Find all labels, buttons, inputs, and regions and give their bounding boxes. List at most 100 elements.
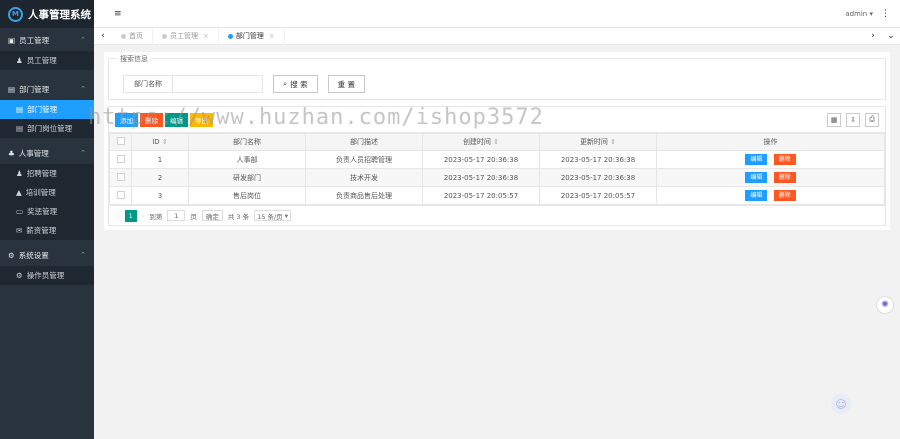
cell-created: 2023-05-17 20:05:57 (422, 186, 540, 205)
sidebar-item-salary[interactable]: ✉ 薪资管理 (0, 221, 94, 240)
select-all-cell[interactable] (109, 133, 132, 151)
brain-icon[interactable]: ✺ (876, 296, 894, 314)
sort-icon[interactable]: ⇕ (162, 138, 168, 146)
tab-scroll-right[interactable]: › (864, 28, 882, 45)
chevron-up-icon: ⌃ (80, 251, 86, 259)
row-checkbox[interactable] (116, 154, 125, 163)
sidebar-item-operator[interactable]: ⚙ 操作员管理 (0, 266, 94, 285)
tab-employee[interactable]: 员工管理 × (153, 27, 219, 45)
monitor-icon: ▭ (16, 207, 24, 216)
toolbar-actions: 添加 删除 编辑 导出 (115, 112, 213, 127)
goto-confirm-button[interactable]: 确定 (201, 210, 223, 221)
row-edit-button[interactable]: 编辑 (745, 190, 768, 201)
sidebar-item-rewards[interactable]: ▭ 奖惩管理 (0, 202, 94, 221)
columns-icon[interactable]: ▦ (827, 112, 841, 127)
users-icon: ♣ (8, 148, 15, 158)
cell-desc: 负责商品售后处理 (305, 186, 423, 205)
sidebar: M 人事管理系统 ▣ 员工管理 ⌃ ♟ 员工管理 ▤ 部门管理 ⌃ ▤ 部门管理 ▤ 部门… (0, 0, 94, 439)
tabbar: ‹ 首页 员工管理 × 部门管理 × › ⌄ (94, 27, 900, 45)
add-button[interactable]: 添加 (115, 112, 138, 127)
cell-updated: 2023-05-17 20:36:38 (539, 150, 657, 169)
sort-icon[interactable]: ⇕ (493, 138, 499, 146)
cell-updated: 2023-05-17 20:36:38 (539, 168, 657, 187)
search-panel: 搜索信息 部门名称 ⌕ 搜 索 重 置 (108, 54, 886, 100)
col-id[interactable]: ID ⇕ (131, 133, 189, 151)
row-delete-button[interactable]: 删除 (773, 154, 796, 165)
topbar: ≡ admin ▾ ⋮ (94, 0, 900, 28)
department-table: ID ⇕ 部门名称 部门描述 创建时间 ⇕ 更新时间 ⇕ 操作 1 人事部 负责… (109, 133, 885, 205)
more-icon[interactable]: ⋮ (881, 9, 890, 19)
goto-label: 到第 (149, 212, 163, 221)
sidebar-group-hr[interactable]: ♣ 人事管理 ⌃ (0, 142, 94, 164)
row-checkbox-cell[interactable] (109, 186, 132, 205)
logo[interactable]: M 人事管理系统 (0, 0, 94, 28)
cell-updated: 2023-05-17 20:05:57 (539, 186, 657, 205)
cell-name: 人事部 (188, 150, 306, 169)
row-checkbox[interactable] (116, 190, 125, 199)
row-checkbox-cell[interactable] (109, 150, 132, 169)
current-page[interactable]: 1 (124, 209, 137, 222)
goto-page-input[interactable]: 1 (167, 210, 186, 221)
tab-options-chevron-icon[interactable]: ⌄ (882, 28, 900, 45)
col-updated[interactable]: 更新时间 ⇕ (539, 133, 657, 151)
mascot-icon: ☺ (831, 394, 851, 414)
chevron-up-icon: ⌃ (80, 36, 86, 44)
sidebar-item-department-position[interactable]: ▤ 部门岗位管理 (0, 119, 94, 138)
cell-id: 3 (131, 186, 189, 205)
select-all-checkbox[interactable] (116, 137, 125, 145)
print-icon[interactable]: ⎙ (865, 112, 879, 127)
user-plus-icon: ♟ (16, 169, 23, 178)
sidebar-group-settings[interactable]: ⚙ 系统设置 ⌃ (0, 244, 94, 266)
card-icon: ▤ (16, 124, 24, 133)
toolbar-tools: ▦ ⇩ ⎙ (827, 112, 879, 127)
close-icon[interactable]: × (269, 32, 275, 40)
sidebar-item-department[interactable]: ▤ 部门管理 (0, 100, 94, 119)
department-name-input[interactable] (173, 75, 263, 93)
cell-desc: 负责人员招聘管理 (305, 150, 423, 169)
edit-button[interactable]: 编辑 (165, 112, 188, 127)
sidebar-item-training[interactable]: ▲ 培训管理 (0, 183, 94, 202)
menu-toggle-icon[interactable]: ≡ (114, 9, 122, 19)
sidebar-group-department[interactable]: ▤ 部门管理 ⌃ (0, 78, 94, 100)
sidebar-item-recruit[interactable]: ♟ 招聘管理 (0, 164, 94, 183)
cell-desc: 技术开发 (305, 168, 423, 187)
chevron-up-icon: ⌃ (80, 149, 86, 157)
delete-button[interactable]: 删除 (140, 112, 163, 127)
main-panel: 搜索信息 部门名称 ⌕ 搜 索 重 置 添加 删除 编辑 导出 ▦ ⇩ ⎙ ID… (104, 52, 890, 230)
cell-actions: 编辑 删除 (656, 150, 885, 169)
sidebar-group-employee[interactable]: ▣ 员工管理 ⌃ (0, 29, 94, 51)
row-delete-button[interactable]: 删除 (773, 172, 796, 183)
search-button[interactable]: ⌕ 搜 索 (273, 75, 318, 93)
user-menu[interactable]: admin ▾ (845, 10, 873, 18)
user-icon: ♟ (16, 56, 23, 65)
tab-home[interactable]: 首页 (112, 27, 153, 45)
sort-icon[interactable]: ⇕ (610, 138, 616, 146)
row-edit-button[interactable]: 编辑 (745, 172, 768, 183)
pagination: ‹ 1 › 到第 1 页 确定 共 3 条 15 条/页 ▾ (109, 205, 885, 225)
cell-created: 2023-05-17 20:36:38 (422, 168, 540, 187)
table-row: 1 人事部 负责人员招聘管理 2023-05-17 20:36:38 2023-… (109, 150, 885, 169)
tab-department[interactable]: 部门管理 × (219, 27, 285, 45)
sidebar-item-employee[interactable]: ♟ 员工管理 (0, 51, 94, 70)
logo-icon: M (8, 6, 23, 22)
cell-name: 售后岗位 (188, 186, 306, 205)
envelope-icon: ✉ (16, 226, 23, 235)
col-desc: 部门描述 (305, 133, 423, 151)
export-icon[interactable]: ⇩ (846, 112, 860, 127)
row-edit-button[interactable]: 编辑 (745, 154, 768, 165)
department-name-label: 部门名称 (123, 75, 173, 93)
close-icon[interactable]: × (203, 32, 209, 40)
tab-dot (121, 33, 126, 39)
row-delete-button[interactable]: 删除 (773, 190, 796, 201)
prev-page-button[interactable]: ‹ (117, 212, 120, 220)
tab-scroll-left[interactable]: ‹ (94, 28, 112, 45)
page-size-select[interactable]: 15 条/页 ▾ (254, 210, 292, 221)
export-button[interactable]: 导出 (190, 112, 213, 127)
card-icon: ▤ (16, 105, 24, 114)
next-page-button[interactable]: › (142, 212, 145, 220)
row-checkbox[interactable] (116, 172, 125, 181)
search-legend: 搜索信息 (117, 54, 151, 64)
reset-button[interactable]: 重 置 (327, 75, 365, 93)
col-created[interactable]: 创建时间 ⇕ (422, 133, 540, 151)
row-checkbox-cell[interactable] (109, 168, 132, 187)
